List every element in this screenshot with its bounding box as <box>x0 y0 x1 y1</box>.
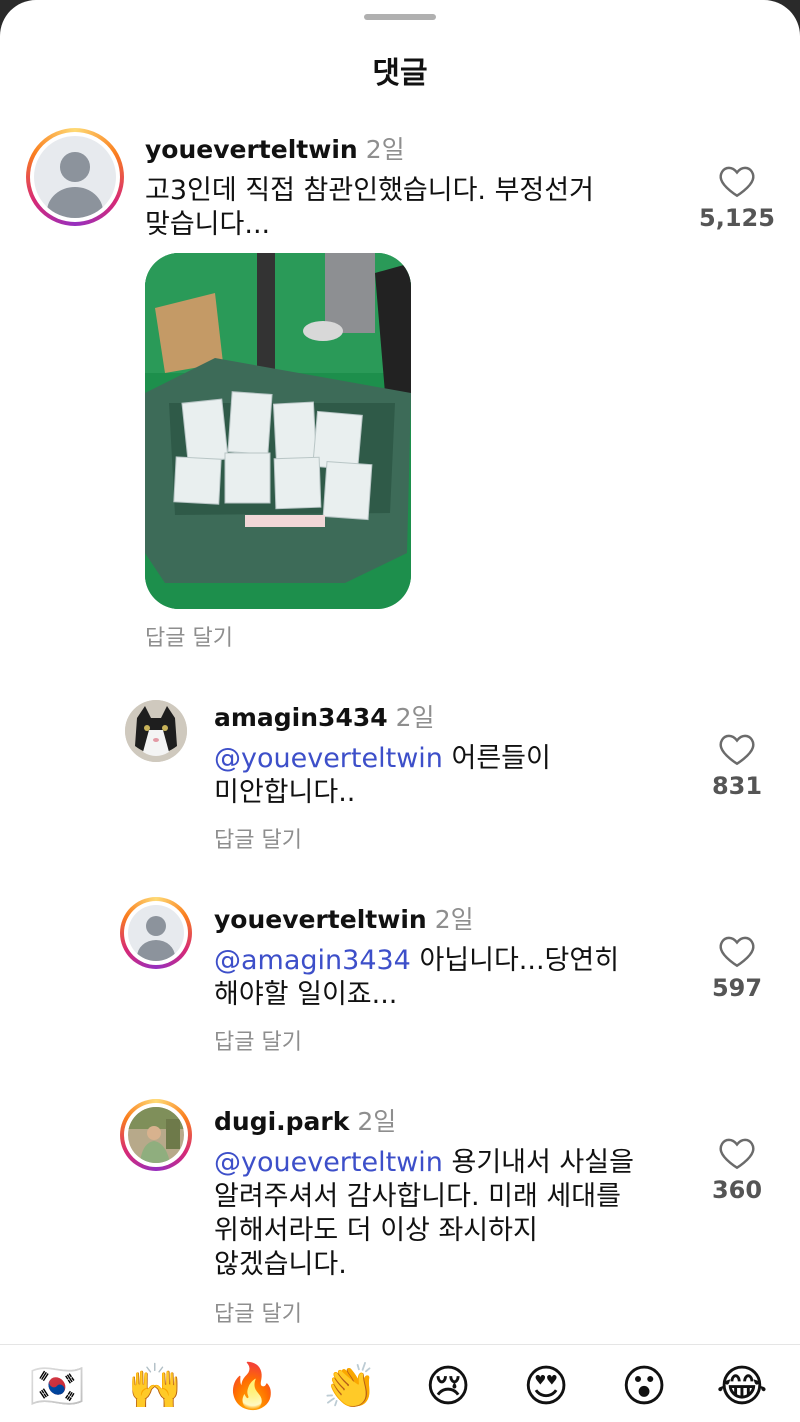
like-button[interactable]: 831 <box>692 732 782 800</box>
comment-time: 2일 <box>357 1107 397 1136</box>
like-button[interactable]: 597 <box>692 934 782 1002</box>
like-count: 831 <box>711 772 763 800</box>
comment-time: 2일 <box>434 905 474 934</box>
avatar[interactable] <box>26 128 124 226</box>
default-profile-icon <box>34 136 116 218</box>
reply-button[interactable]: 답글 달기 <box>214 1296 302 1328</box>
emoji-raising-hands-button[interactable]: 🙌 <box>125 1359 185 1415</box>
heart-outline-icon <box>719 936 755 968</box>
emoji-laughing-button[interactable]: 😂 <box>712 1359 772 1415</box>
mention-link[interactable]: @youeverteltwin <box>214 743 443 774</box>
emoji-korea-flag-button[interactable]: 🇰🇷 <box>27 1359 87 1415</box>
emoji-crying-button[interactable]: 😢 <box>418 1359 478 1415</box>
sheet-grabber[interactable] <box>364 14 436 20</box>
emoji-fire-button[interactable]: 🔥 <box>222 1359 282 1415</box>
user-photo-icon <box>128 1107 184 1163</box>
like-count: 360 <box>711 1176 763 1204</box>
emoji-quick-bar: 🇰🇷 🙌 🔥 👏 😢 😍 😮 😂 <box>0 1344 800 1422</box>
heart-outline-icon <box>719 734 755 766</box>
like-button[interactable]: 5,125 <box>692 164 782 232</box>
mention-link[interactable]: @youeverteltwin <box>214 1147 443 1178</box>
avatar[interactable] <box>120 1099 192 1171</box>
emoji-heart-eyes-button[interactable]: 😍 <box>516 1359 576 1415</box>
comment-text: @youeverteltwin 어른들이 미안합니다.. <box>214 743 551 808</box>
default-profile-icon <box>128 905 184 961</box>
like-button[interactable]: 360 <box>692 1136 782 1204</box>
comment-username[interactable]: youeverteltwin 2일 <box>145 130 405 166</box>
reply-button[interactable]: 답글 달기 <box>214 1024 302 1056</box>
comments-sheet: 댓글 youeverteltwin 2일 고3인데 직접 참관인했습니다. 부정선… <box>0 0 800 1422</box>
avatar[interactable] <box>120 897 192 969</box>
like-count: 5,125 <box>699 204 775 232</box>
reply-button[interactable]: 답글 달기 <box>214 822 302 854</box>
comment-photo[interactable] <box>145 253 411 609</box>
comment-text: 고3인데 직접 참관인했습니다. 부정선거 맞습니다... <box>145 175 594 240</box>
emoji-surprised-button[interactable]: 😮 <box>614 1359 674 1415</box>
page-title: 댓글 <box>372 56 428 91</box>
comment-time: 2일 <box>365 135 405 164</box>
heart-outline-icon <box>719 1138 755 1170</box>
avatar[interactable] <box>125 700 187 762</box>
comment-time: 2일 <box>395 703 435 732</box>
reply-button[interactable]: 답글 달기 <box>145 620 233 652</box>
comment-username[interactable]: dugi.park 2일 <box>214 1102 396 1138</box>
cat-photo-icon <box>125 700 187 762</box>
comment-text: @amagin3434 아닙니다...당연히 해야할 일이죠... <box>214 945 620 1010</box>
like-count: 597 <box>711 974 763 1002</box>
comment-username[interactable]: youeverteltwin 2일 <box>214 900 474 936</box>
comment-username[interactable]: amagin3434 2일 <box>214 698 435 734</box>
ballot-box-image <box>145 253 411 609</box>
comment-text: @youeverteltwin 용기내서 사실을 알려주셔서 감사합니다. 미래… <box>214 1147 634 1280</box>
heart-outline-icon <box>719 166 755 198</box>
mention-link[interactable]: @amagin3434 <box>214 945 411 976</box>
emoji-clapping-button[interactable]: 👏 <box>320 1359 380 1415</box>
